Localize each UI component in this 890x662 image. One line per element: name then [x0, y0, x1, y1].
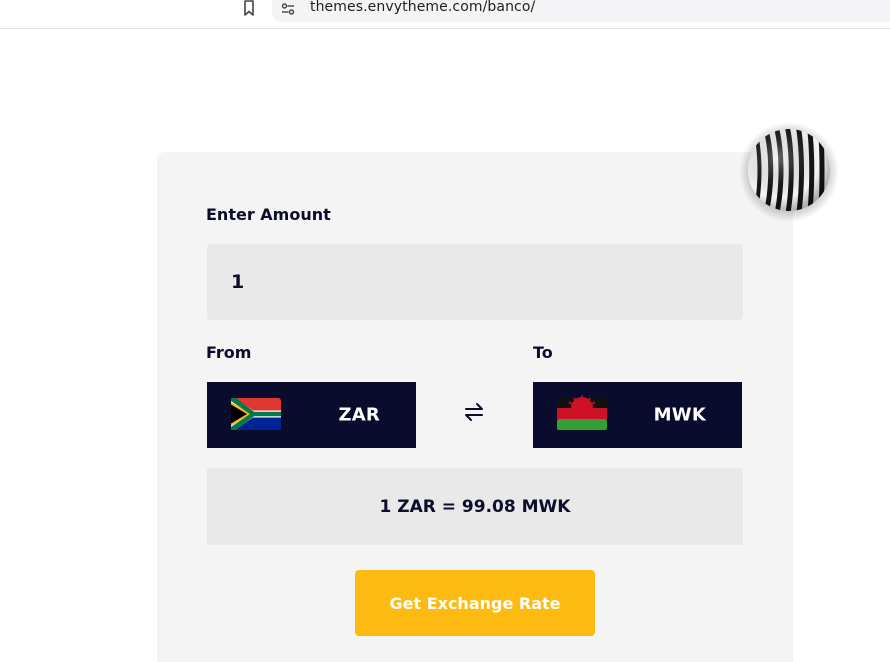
- south-africa-flag-icon: [231, 398, 281, 430]
- site-settings-icon[interactable]: [281, 2, 295, 16]
- zebra-sphere-decoration: [739, 122, 839, 222]
- from-label: From: [206, 343, 252, 362]
- amount-label: Enter Amount: [206, 205, 331, 224]
- amount-input[interactable]: 1: [207, 244, 743, 320]
- get-exchange-rate-button[interactable]: Get Exchange Rate: [355, 570, 595, 636]
- malawi-flag-icon: [557, 395, 607, 430]
- to-label: To: [533, 343, 553, 362]
- url-text[interactable]: themes.envytheme.com/banco/: [310, 0, 535, 15]
- get-exchange-rate-label: Get Exchange Rate: [389, 593, 561, 613]
- from-currency-code: ZAR: [338, 404, 380, 426]
- bookmark-icon[interactable]: [242, 0, 256, 16]
- exchange-rate-text: 1 ZAR = 99.08 MWK: [379, 496, 571, 517]
- to-currency-select[interactable]: MWK: [533, 382, 742, 448]
- to-currency-code: MWK: [653, 404, 706, 426]
- swap-icon[interactable]: [462, 400, 486, 424]
- from-currency-select[interactable]: ZAR: [207, 382, 416, 448]
- amount-value: 1: [231, 271, 245, 293]
- exchange-rate-result: 1 ZAR = 99.08 MWK: [207, 468, 743, 545]
